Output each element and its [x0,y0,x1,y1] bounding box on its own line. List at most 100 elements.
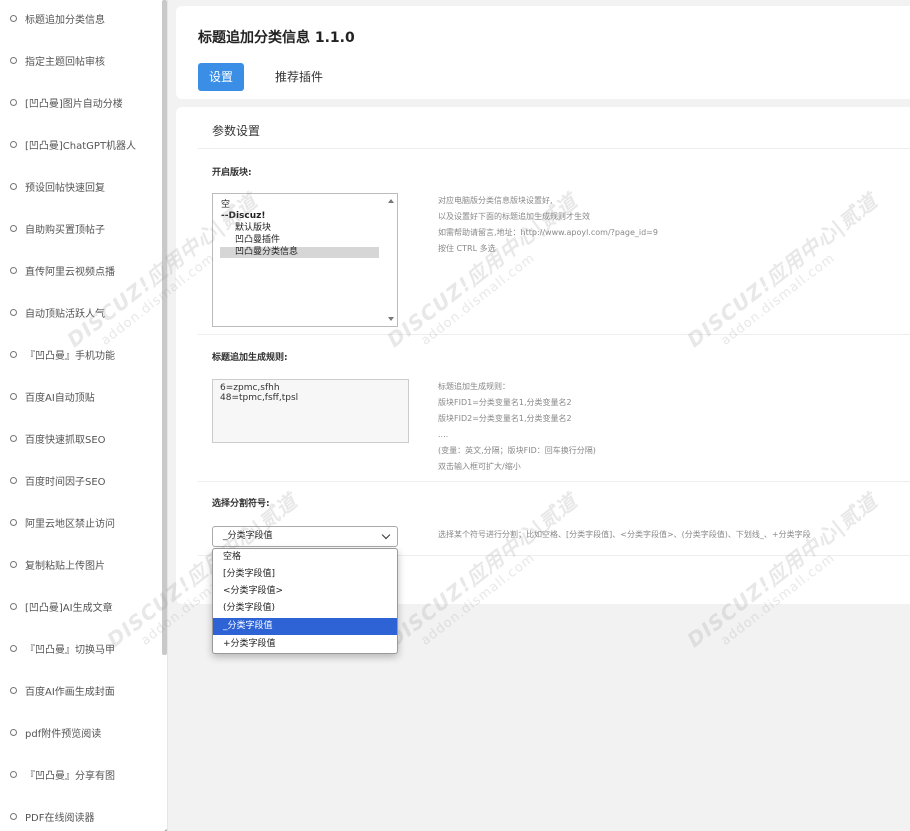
help-line: 版块FID1=分类变量名1,分类变量名2 [438,398,572,407]
sidebar-item[interactable]: 百度快速抓取SEO [0,428,160,448]
sidebar-item[interactable]: 复制粘贴上传图片 [0,554,160,574]
sidebar-item-label: 复制粘贴上传图片 [25,560,105,572]
help-line: 如需帮助请留言,地址：http://www.apoyl.com/?page_id… [438,228,658,237]
separator-select[interactable]: _分类字段值 [212,526,398,547]
separator-label: 选择分割符号: [212,499,270,509]
scroll-down-icon[interactable] [388,317,394,321]
sidebar-item-label: 标题追加分类信息 [25,14,105,26]
radio-circle-icon [10,434,17,442]
separator-help: 选择某个符号进行分割；比如空格、[分类字段值]、<分类字段值>、(分类字段值)、… [438,530,811,539]
textarea-line: 48=tpmc,fsff,tpsl [220,393,299,403]
forum-block-label: 开启版块: [212,168,252,178]
sidebar-item[interactable]: 标题追加分类信息 [0,8,160,28]
sidebar-item[interactable]: 直传阿里云视频点播 [0,260,160,280]
sidebar-item[interactable]: [凹凸曼]ChatGPT机器人 [0,134,160,154]
separator-dropdown-list[interactable]: 空格 [分类字段值] <分类字段值> (分类字段值) _分类字段值 +分类字段值 [212,548,398,654]
divider [198,481,910,482]
radio-circle-icon [10,812,17,820]
sidebar-item-label: [凹凸曼]ChatGPT机器人 [25,140,137,152]
dropdown-option[interactable]: 空格 [213,549,397,566]
title-rules-textarea[interactable]: 6=zpmc,sfhh 48=tpmc,fsff,tpsl [212,379,409,443]
sidebar-item[interactable]: 阿里云地区禁止访问 [0,512,160,532]
radio-circle-icon [10,644,17,652]
divider [198,334,910,335]
radio-circle-icon [10,140,17,148]
page-title: 标题追加分类信息 1.1.0 [198,30,355,46]
radio-circle-icon [10,308,17,316]
main-content: 标题追加分类信息 1.1.0 设置 推荐插件 参数设置 开启版块: 空 --Di… [168,0,910,831]
dropdown-option[interactable]: <分类字段值> [213,583,397,600]
help-line: .... [438,430,449,439]
help-line: 标题追加生成规则： [438,382,510,391]
forum-option[interactable]: 默认版块 [235,223,271,234]
dropdown-option-highlighted[interactable]: _分类字段值 [213,618,397,635]
sidebar-item-label: 百度AI作画生成封面 [25,686,115,698]
help-line: 版块FID2=分类变量名1,分类变量名2 [438,414,572,423]
scroll-up-icon[interactable] [388,199,394,203]
sidebar-item-label: 预设回帖快速回复 [25,182,105,194]
plugin-sidebar: 标题追加分类信息 指定主题回帖审核 [凹凸曼]图片自动分楼 [凹凸曼]ChatG… [0,0,168,831]
dropdown-option[interactable]: +分类字段值 [213,636,397,653]
divider [198,148,910,149]
forum-option-selected[interactable]: 凹凸曼分类信息 [220,247,379,258]
sidebar-item[interactable]: [凹凸曼]图片自动分楼 [0,92,160,112]
sidebar-item-label: 阿里云地区禁止访问 [25,518,115,530]
sidebar-item[interactable]: PDF在线阅读器 [0,806,160,826]
title-rules-help: 标题追加生成规则： 版块FID1=分类变量名1,分类变量名2 版块FID2=分类… [438,379,596,475]
sidebar-item[interactable]: 预设回帖快速回复 [0,176,160,196]
forum-option[interactable]: --Discuz! [221,211,265,222]
tab-recommended-plugins[interactable]: 推荐插件 [274,63,324,91]
dropdown-option[interactable]: (分类字段值) [213,600,397,617]
sidebar-item-label: 直传阿里云视频点播 [25,266,115,278]
sidebar-item[interactable]: 百度AI作画生成封面 [0,680,160,700]
textarea-line: 6=zpmc,sfhh [220,383,280,393]
forum-block-help: 对应电脑版分类信息版块设置好, 以及设置好下面的标题追加生成规则才生效 如需帮助… [438,193,658,257]
sidebar-item-label: 百度AI自动顶贴 [25,392,95,404]
resize-grip-icon[interactable] [157,820,167,830]
forum-block-multiselect[interactable]: 空 --Discuz! 默认版块 凹凸曼插件 凹凸曼分类信息 [212,193,398,327]
sidebar-item[interactable]: 指定主题回帖审核 [0,50,160,70]
forum-option[interactable]: 凹凸曼插件 [235,235,280,246]
sidebar-item-label: 百度快速抓取SEO [25,434,106,446]
listbox-scrollbar[interactable] [385,194,397,326]
radio-circle-icon [10,350,17,358]
sidebar-item-label: 自助购买置顶帖子 [25,224,105,236]
sidebar-item[interactable]: 自动顶贴活跃人气 [0,302,160,322]
separator-selected-value: _分类字段值 [223,531,273,541]
forum-option[interactable]: 空 [221,200,230,211]
help-line: 按住 CTRL 多选 [438,244,496,253]
sidebar-item-label: pdf附件预览阅读 [25,728,102,740]
sidebar-item[interactable]: 『凹凸曼』分享有图 [0,764,160,784]
sidebar-scrollbar[interactable] [162,0,167,655]
radio-circle-icon [10,266,17,274]
chevron-down-icon [381,530,391,540]
section-title: 参数设置 [212,124,261,138]
settings-card: 参数设置 开启版块: 空 --Discuz! 默认版块 凹凸曼插件 凹凸曼分类信… [176,107,910,604]
sidebar-item-label: PDF在线阅读器 [25,812,95,824]
radio-circle-icon [10,476,17,484]
radio-circle-icon [10,14,17,22]
sidebar-item[interactable]: pdf附件预览阅读 [0,722,160,742]
radio-circle-icon [10,98,17,106]
radio-circle-icon [10,560,17,568]
sidebar-item[interactable]: 『凹凸曼』切换马甲 [0,638,160,658]
sidebar-item-label: 百度时间因子SEO [25,476,106,488]
radio-circle-icon [10,56,17,64]
sidebar-item[interactable]: 『凹凸曼』手机功能 [0,344,160,364]
sidebar-item[interactable]: [凹凸曼]AI生成文章 [0,596,160,616]
radio-circle-icon [10,728,17,736]
sidebar-item[interactable]: 自助购买置顶帖子 [0,218,160,238]
radio-circle-icon [10,224,17,232]
radio-circle-icon [10,686,17,694]
radio-circle-icon [10,518,17,526]
sidebar-item[interactable]: 百度时间因子SEO [0,470,160,490]
sidebar-item-label: [凹凸曼]图片自动分楼 [25,98,123,110]
tab-settings[interactable]: 设置 [198,63,244,91]
sidebar-item[interactable]: 百度AI自动顶贴 [0,386,160,406]
help-line: (变量：英文,分隔；版块FID：回车换行分隔) [438,446,596,455]
sidebar-item-label: 『凹凸曼』手机功能 [25,350,115,362]
radio-circle-icon [10,182,17,190]
sidebar-item-label: [凹凸曼]AI生成文章 [25,602,113,614]
plugin-header-card: 标题追加分类信息 1.1.0 设置 推荐插件 [176,6,910,99]
dropdown-option[interactable]: [分类字段值] [213,566,397,583]
